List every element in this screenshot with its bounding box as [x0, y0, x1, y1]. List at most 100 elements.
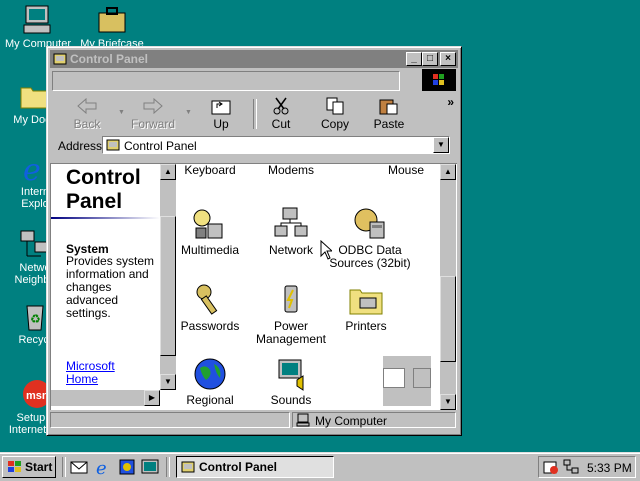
address-field[interactable]: Control Panel ▼ [102, 136, 450, 154]
toolbar-more-chevron[interactable]: » [447, 95, 454, 109]
clock[interactable]: 5:33 PM [587, 461, 632, 475]
address-dropdown-button[interactable]: ▼ [433, 137, 449, 153]
scroll-down-button[interactable]: ▼ [160, 374, 176, 390]
items-vertical-scrollbar[interactable]: ▲ ▼ [440, 164, 456, 410]
cp-item-modems[interactable]: Modems [251, 164, 331, 177]
start-label: Start [25, 460, 53, 474]
svg-text:e: e [23, 153, 41, 184]
close-button[interactable]: × [440, 52, 456, 66]
folder-content: Control Panel System Provides system inf… [50, 163, 457, 410]
item-label: Management [255, 332, 327, 346]
cut-button[interactable]: Cut [254, 97, 308, 131]
selected-item-description: Provides system information and changes … [66, 254, 155, 320]
chevron-up-icon: ▲ [164, 167, 172, 176]
address-value: Control Panel [124, 139, 197, 153]
item-label: Sources (32bit) [329, 256, 411, 270]
cp-item-network[interactable]: Network [251, 206, 331, 257]
control-panel-window[interactable]: Control Panel _ □ × Back ▼ Forward ▼ Up … [46, 46, 462, 436]
svg-text:e: e [96, 458, 107, 476]
chevron-up-icon: ▲ [444, 167, 452, 176]
cp-item-odbc[interactable]: ODBC Data Sources (32bit) [322, 206, 418, 270]
page-title-line: Panel [66, 190, 123, 213]
cut-label: Cut [271, 117, 291, 131]
info-pane-horizontal-scrollbar[interactable]: ▶ [51, 390, 160, 406]
menu-bar [50, 69, 458, 93]
item-label: Mouse [387, 164, 425, 177]
page-title: Control Panel [66, 166, 141, 214]
status-cell-main [50, 412, 290, 428]
scissors-icon [270, 97, 292, 115]
page-title-line: Control [66, 166, 141, 189]
cp-item-power-management[interactable]: Power Management [251, 282, 331, 346]
item-label: Printers [345, 319, 387, 333]
control-panel-icon [181, 460, 195, 477]
tray-scheduler-icon[interactable] [543, 459, 559, 478]
copy-button[interactable]: Copy [308, 97, 362, 131]
odbc-data-sources-icon [352, 206, 388, 242]
quicklaunch-outlook-express[interactable] [70, 458, 88, 476]
status-cell-location: My Computer [292, 412, 456, 428]
up-label: Up [213, 117, 229, 131]
channels-icon [118, 459, 136, 479]
toolbar: Back ▼ Forward ▼ Up Cut Copy Paste » [50, 95, 458, 133]
printers-folder-icon [348, 282, 384, 318]
windows-flag-icon [7, 460, 23, 477]
close-icon: × [445, 53, 451, 64]
scroll-right-button[interactable]: ▶ [144, 390, 160, 406]
desktop-icon-my-briefcase[interactable]: My Briefcase [77, 4, 147, 50]
title-bar[interactable]: Control Panel _ □ × [50, 50, 458, 68]
cp-item-passwords[interactable]: Passwords [178, 282, 250, 333]
cp-item-sounds[interactable]: Sounds [251, 356, 331, 407]
item-label: Sounds [270, 393, 312, 407]
briefcase-icon [96, 4, 128, 36]
item-label: Multimedia [180, 243, 240, 257]
quicklaunch-show-desktop[interactable] [141, 458, 159, 476]
address-bar: Address Control Panel ▼ [50, 135, 458, 157]
cp-item-printers[interactable]: Printers [326, 282, 406, 333]
internet-explorer-icon: e [94, 458, 112, 479]
system-tray: 5:33 PM [538, 456, 636, 478]
item-label: Network [268, 243, 313, 257]
up-button[interactable]: Up [194, 97, 248, 131]
back-arrow-icon [76, 97, 98, 115]
cp-item-mouse[interactable]: Mouse [366, 164, 441, 177]
forward-button[interactable]: Forward [126, 97, 180, 131]
items-pane: Keyboard Modems Mouse Multimedia Network [178, 164, 441, 410]
status-bar: My Computer [50, 411, 458, 430]
cp-item-keyboard[interactable]: Keyboard [178, 164, 250, 177]
tray-network-icon[interactable] [563, 459, 579, 478]
globe-icon [192, 356, 228, 392]
scroll-thumb[interactable] [160, 216, 176, 356]
paste-button[interactable]: Paste [362, 97, 416, 131]
microsoft-home-link[interactable]: Microsoft Home [66, 360, 115, 386]
quicklaunch-channels[interactable] [118, 458, 136, 476]
maximize-button[interactable]: □ [422, 52, 438, 66]
scroll-down-button[interactable]: ▼ [440, 394, 456, 410]
link-text: Home [66, 372, 99, 386]
chevron-right-icon: ▶ [148, 393, 156, 402]
outlook-express-icon [70, 461, 88, 479]
key-icon [192, 282, 228, 318]
quicklaunch-internet-explorer[interactable]: e [94, 458, 112, 479]
svg-text:♻: ♻ [30, 312, 41, 326]
taskbar-button-control-panel[interactable]: Control Panel [176, 456, 334, 478]
forward-arrow-icon [142, 97, 164, 115]
scroll-up-button[interactable]: ▲ [160, 164, 176, 180]
scroll-thumb[interactable] [440, 276, 456, 362]
forward-dropdown-icon[interactable]: ▼ [185, 109, 192, 116]
up-folder-icon [210, 97, 232, 115]
cp-item-regional[interactable]: Regional [178, 356, 250, 407]
scroll-up-button[interactable]: ▲ [440, 164, 456, 180]
minimize-button[interactable]: _ [406, 52, 422, 66]
copy-icon [324, 97, 346, 115]
control-panel-icon [106, 138, 120, 155]
start-button[interactable]: Start [2, 456, 56, 478]
title-underline [51, 217, 160, 219]
network-icon [273, 206, 309, 242]
back-dropdown-icon[interactable]: ▼ [118, 109, 125, 116]
sounds-icon [273, 356, 309, 392]
info-pane-vertical-scrollbar[interactable]: ▲ ▼ [160, 164, 176, 390]
back-button[interactable]: Back [60, 97, 114, 131]
desktop-icon-my-computer[interactable]: My Computer [3, 4, 73, 50]
cp-item-multimedia[interactable]: Multimedia [178, 206, 250, 257]
